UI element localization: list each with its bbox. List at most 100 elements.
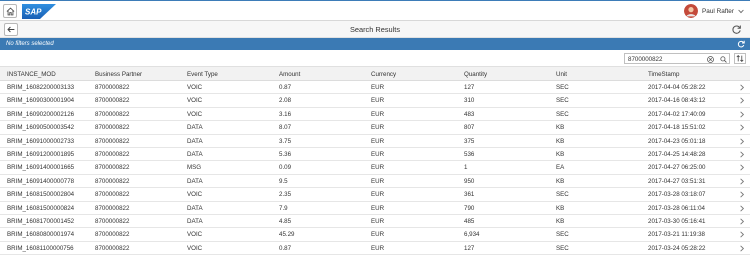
cell-instance-mod: BRIM_16091200001895 bbox=[7, 150, 75, 158]
column-header-event-type[interactable]: Event Type bbox=[187, 71, 218, 78]
cell-currency: EUR bbox=[371, 164, 385, 172]
results-table: INSTANCE_MOD Business Partner Event Type… bbox=[0, 66, 750, 256]
table-row[interactable]: BRIM_16091400000778 8700000822 DATA 9.5 EUR 9… bbox=[0, 175, 750, 189]
cell-unit: KB bbox=[556, 177, 565, 185]
cell-amount: 2.08 bbox=[279, 97, 292, 105]
cell-business-partner: 8700000822 bbox=[95, 137, 130, 145]
cell-amount: 9.5 bbox=[279, 177, 288, 185]
chevron-right-icon[interactable] bbox=[739, 111, 745, 118]
table-row[interactable]: BRIM_16082200003133 8700000822 VOIC 0.87 EUR… bbox=[0, 81, 750, 95]
column-header-timestamp[interactable]: TimeStamp bbox=[648, 71, 679, 78]
table-row[interactable]: BRIM_16081100000756 8700000822 VOIC 0.87 EUR… bbox=[0, 242, 750, 256]
cell-currency: EUR bbox=[371, 97, 385, 105]
cell-quantity: 485 bbox=[464, 217, 475, 225]
cell-event-type: MSG bbox=[187, 164, 202, 172]
cell-quantity: 127 bbox=[464, 84, 475, 91]
search-field[interactable] bbox=[624, 53, 730, 64]
column-header-quantity[interactable]: Quantity bbox=[464, 71, 487, 78]
cell-event-type: VOIC bbox=[187, 244, 203, 252]
cell-currency: EUR bbox=[371, 150, 385, 158]
svg-text:SAP: SAP bbox=[25, 8, 42, 17]
cell-instance-mod: BRIM_16081100000756 bbox=[7, 244, 74, 252]
column-header-instance-mod[interactable]: INSTANCE_MOD bbox=[7, 71, 56, 78]
cell-unit: KB bbox=[556, 217, 565, 225]
table-row[interactable]: BRIM_16091200001895 8700000822 DATA 5.36 EUR… bbox=[0, 148, 750, 162]
cell-unit: SEC bbox=[556, 244, 569, 252]
cell-quantity: 1 bbox=[464, 164, 468, 172]
home-icon bbox=[6, 6, 14, 15]
sort-button[interactable] bbox=[734, 53, 746, 64]
chevron-right-icon[interactable] bbox=[739, 178, 745, 185]
chevron-right-icon[interactable] bbox=[739, 245, 745, 252]
refresh-icon[interactable] bbox=[731, 24, 742, 35]
search-input[interactable] bbox=[628, 55, 698, 63]
cell-business-partner: 8700000822 bbox=[95, 110, 130, 118]
cell-business-partner: 8700000822 bbox=[95, 231, 130, 239]
chevron-right-icon[interactable] bbox=[739, 231, 745, 238]
table-row[interactable]: BRIM_16091000002733 8700000822 DATA 3.75 EUR… bbox=[0, 135, 750, 148]
chevron-right-icon[interactable] bbox=[739, 164, 745, 171]
cell-timestamp: 2017-04-02 17:40:09 bbox=[648, 110, 706, 118]
cell-quantity: 375 bbox=[464, 137, 475, 145]
cell-unit: SEC bbox=[556, 231, 569, 239]
table-row[interactable]: BRIM_16090200002126 8700000822 VOIC 3.16 EUR… bbox=[0, 108, 750, 122]
chevron-down-icon bbox=[738, 9, 744, 13]
filter-reset-icon[interactable] bbox=[737, 40, 745, 48]
column-header-currency[interactable]: Currency bbox=[371, 71, 396, 78]
column-header-unit[interactable]: Unit bbox=[556, 71, 567, 78]
cell-business-partner: 8700000822 bbox=[95, 124, 130, 132]
cell-timestamp: 2017-04-04 05:28:22 bbox=[648, 84, 706, 91]
filter-status: No filters selected bbox=[6, 40, 54, 47]
user-name: Paul Rafter bbox=[702, 7, 734, 15]
clear-icon[interactable] bbox=[707, 55, 714, 63]
cell-timestamp: 2017-04-16 08:43:12 bbox=[648, 97, 706, 105]
cell-timestamp: 2017-04-27 03:51:31 bbox=[648, 177, 706, 185]
chevron-right-icon[interactable] bbox=[739, 138, 745, 145]
table-row[interactable]: BRIM_16090500003542 8700000822 DATA 8.07 EUR… bbox=[0, 121, 750, 135]
cell-business-partner: 8700000822 bbox=[95, 191, 130, 199]
user-menu[interactable]: Paul Rafter bbox=[684, 4, 744, 18]
cell-business-partner: 8700000822 bbox=[95, 217, 130, 225]
table-row[interactable]: BRIM_16081700001452 8700000822 DATA 4.85 EUR… bbox=[0, 215, 750, 229]
column-header-business-partner[interactable]: Business Partner bbox=[95, 71, 142, 78]
cell-currency: EUR bbox=[371, 217, 385, 225]
cell-unit: KB bbox=[556, 137, 565, 145]
cell-amount: 45.29 bbox=[279, 231, 295, 239]
cell-timestamp: 2017-04-25 14:48:28 bbox=[648, 150, 706, 158]
chevron-right-icon[interactable] bbox=[739, 151, 745, 158]
chevron-right-icon[interactable] bbox=[739, 84, 745, 91]
table-row[interactable]: BRIM_16081500000824 8700000822 DATA 7.9 EUR 7… bbox=[0, 202, 750, 215]
cell-business-partner: 8700000822 bbox=[95, 177, 130, 185]
cell-amount: 3.75 bbox=[279, 137, 292, 145]
cell-quantity: 950 bbox=[464, 177, 475, 185]
cell-instance-mod: BRIM_16080800001974 bbox=[7, 231, 75, 239]
cell-instance-mod: BRIM_16090300001904 bbox=[7, 97, 75, 105]
cell-business-partner: 8700000822 bbox=[95, 84, 130, 91]
chevron-right-icon[interactable] bbox=[739, 124, 745, 131]
cell-instance-mod: BRIM_16090500003542 bbox=[7, 124, 75, 132]
table-row[interactable]: BRIM_16091400001665 8700000822 MSG 0.09 EUR 1… bbox=[0, 161, 750, 175]
cell-event-type: DATA bbox=[187, 177, 203, 185]
avatar bbox=[684, 4, 699, 18]
cell-event-type: DATA bbox=[187, 204, 203, 212]
chevron-right-icon[interactable] bbox=[739, 218, 745, 225]
cell-event-type: VOIC bbox=[187, 231, 203, 239]
cell-amount: 0.09 bbox=[279, 164, 292, 172]
table-row[interactable]: BRIM_16090300001904 8700000822 VOIC 2.08 EUR… bbox=[0, 94, 750, 108]
search-icon[interactable] bbox=[720, 55, 727, 63]
table-body: BRIM_16082200003133 8700000822 VOIC 0.87 EUR… bbox=[0, 81, 750, 256]
home-button[interactable] bbox=[3, 4, 17, 18]
filter-bar[interactable]: No filters selected bbox=[0, 38, 750, 50]
table-row[interactable]: BRIM_16081500002804 8700000822 VOIC 2.35 EUR… bbox=[0, 188, 750, 202]
cell-timestamp: 2017-04-18 15:51:02 bbox=[648, 124, 706, 132]
cell-instance-mod: BRIM_16081700001452 bbox=[7, 217, 75, 225]
cell-amount: 0.87 bbox=[279, 84, 292, 91]
cell-amount: 8.07 bbox=[279, 124, 292, 132]
chevron-right-icon[interactable] bbox=[739, 204, 745, 212]
cell-currency: EUR bbox=[371, 191, 385, 199]
chevron-right-icon[interactable] bbox=[739, 191, 745, 198]
column-header-amount[interactable]: Amount bbox=[279, 71, 300, 78]
table-row[interactable]: BRIM_16080800001974 8700000822 VOIC 45.29 EU… bbox=[0, 228, 750, 242]
cell-amount: 5.36 bbox=[279, 150, 292, 158]
chevron-right-icon[interactable] bbox=[739, 97, 745, 104]
